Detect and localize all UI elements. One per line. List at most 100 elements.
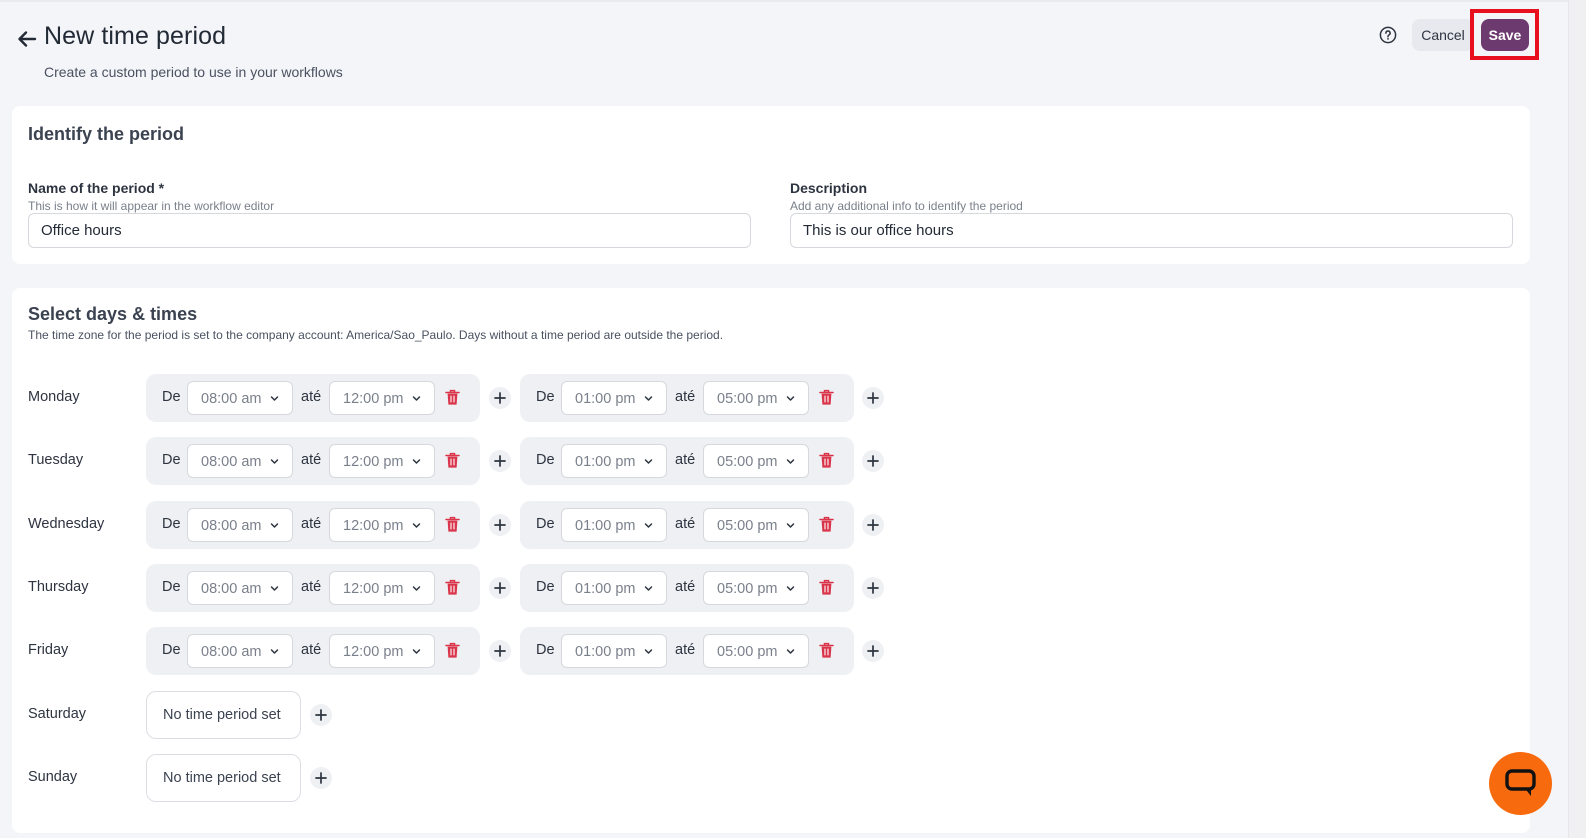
chevron-down-icon	[270, 459, 279, 465]
plus-icon	[494, 645, 506, 658]
time-period-group: De 01:00 pm até 05:00 pm	[520, 563, 854, 612]
add-period-button[interactable]	[489, 640, 511, 663]
start-time-value: 01:00 pm	[575, 454, 636, 471]
day-row-saturday: Saturday No time period set	[12, 690, 1112, 739]
cancel-button[interactable]: Cancel	[1412, 19, 1474, 51]
end-time-value: 05:00 pm	[717, 644, 778, 661]
schedule-section-title: Select days & times	[28, 304, 198, 324]
add-period-button[interactable]	[862, 387, 884, 409]
trash-icon[interactable]	[819, 452, 834, 469]
day-label: Tuesday	[28, 452, 84, 469]
trash-icon[interactable]	[819, 642, 834, 659]
start-time-select[interactable]: 08:00 am	[187, 570, 293, 605]
name-field-hint: This is how it will appear in the workfl…	[28, 199, 275, 213]
add-period-button[interactable]	[489, 450, 511, 473]
page-subtitle: Create a custom period to use in your wo…	[44, 64, 343, 80]
plus-icon	[867, 518, 879, 531]
add-period-button[interactable]	[310, 703, 332, 726]
chevron-down-icon	[412, 649, 421, 654]
trash-icon[interactable]	[445, 516, 460, 533]
to-label: até	[675, 642, 696, 659]
end-time-select[interactable]: 12:00 pm	[329, 570, 435, 605]
trash-icon[interactable]	[445, 389, 460, 406]
end-time-select[interactable]: 12:00 pm	[329, 381, 435, 415]
plus-icon	[315, 708, 327, 721]
add-period-button[interactable]	[862, 576, 884, 599]
plus-icon	[867, 582, 879, 594]
add-period-button[interactable]	[310, 766, 332, 789]
end-time-select[interactable]: 05:00 pm	[703, 507, 809, 542]
day-label: Monday	[28, 389, 80, 405]
start-time-select[interactable]: 08:00 am	[187, 444, 293, 479]
start-time-select[interactable]: 08:00 am	[187, 507, 293, 542]
to-label: até	[301, 578, 322, 595]
end-time-select[interactable]: 12:00 pm	[329, 507, 435, 542]
start-time-select[interactable]: 01:00 pm	[561, 634, 667, 669]
to-label: até	[301, 642, 322, 659]
end-time-select[interactable]: 05:00 pm	[703, 570, 809, 605]
start-time-select[interactable]: 01:00 pm	[561, 444, 667, 479]
arrow-left-icon[interactable]	[16, 28, 38, 50]
time-period-group: De 08:00 am até 12:00 pm	[146, 374, 480, 422]
question-circle-icon[interactable]	[1379, 26, 1397, 44]
no-period-box: No time period set	[146, 753, 301, 802]
chevron-down-icon	[270, 586, 279, 591]
end-time-value: 12:00 pm	[343, 517, 404, 534]
to-label: até	[675, 452, 696, 469]
chevron-down-icon	[786, 522, 795, 528]
from-label: De	[162, 452, 181, 469]
end-time-select[interactable]: 05:00 pm	[703, 381, 809, 415]
trash-icon[interactable]	[819, 516, 834, 533]
end-time-select[interactable]: 12:00 pm	[329, 634, 435, 669]
chevron-down-icon	[786, 649, 795, 654]
to-label: até	[301, 515, 322, 532]
description-input[interactable]	[790, 213, 1513, 248]
trash-icon[interactable]	[445, 452, 460, 469]
start-time-select[interactable]: 01:00 pm	[561, 507, 667, 542]
trash-icon[interactable]	[445, 642, 460, 659]
start-time-select[interactable]: 08:00 am	[187, 634, 293, 669]
end-time-select[interactable]: 05:00 pm	[703, 634, 809, 669]
trash-icon[interactable]	[445, 579, 460, 596]
start-time-value: 08:00 am	[201, 580, 262, 597]
time-period-group: De 01:00 pm até 05:00 pm	[520, 437, 854, 486]
chat-button[interactable]	[1489, 752, 1552, 815]
chevron-down-icon	[412, 586, 421, 591]
day-row-friday: Friday De 08:00 am até 12:00 pm De 01:00 pm até…	[12, 627, 1112, 676]
end-time-value: 05:00 pm	[717, 454, 778, 471]
description-field-hint: Add any additional info to identify the …	[790, 199, 1023, 213]
start-time-select[interactable]: 01:00 pm	[561, 570, 667, 605]
start-time-value: 01:00 pm	[575, 580, 636, 597]
time-period-group: De 01:00 pm até 05:00 pm	[520, 500, 854, 549]
start-time-select[interactable]: 01:00 pm	[561, 381, 667, 415]
add-period-button[interactable]	[862, 513, 884, 536]
start-time-select[interactable]: 08:00 am	[187, 381, 293, 415]
add-period-button[interactable]	[489, 576, 511, 599]
add-period-button[interactable]	[489, 513, 511, 536]
add-period-button[interactable]	[489, 387, 511, 409]
end-time-select[interactable]: 05:00 pm	[703, 444, 809, 479]
start-time-value: 01:00 pm	[575, 517, 636, 534]
end-time-value: 05:00 pm	[717, 580, 778, 597]
name-field-label: Name of the period *	[28, 180, 165, 196]
end-time-select[interactable]: 12:00 pm	[329, 444, 435, 479]
trash-icon[interactable]	[819, 579, 834, 596]
chevron-down-icon	[412, 522, 421, 528]
day-label: Thursday	[28, 578, 89, 595]
page-scrollbar[interactable]	[1568, 0, 1586, 838]
start-time-value: 08:00 am	[201, 644, 262, 661]
time-period-group: De 08:00 am até 12:00 pm	[146, 627, 480, 676]
chevron-down-icon	[644, 459, 653, 465]
add-period-button[interactable]	[862, 450, 884, 473]
chevron-down-icon	[786, 459, 795, 465]
start-time-value: 01:00 pm	[575, 391, 636, 407]
chevron-down-icon	[786, 586, 795, 591]
add-period-button[interactable]	[862, 640, 884, 663]
from-label: De	[536, 452, 555, 469]
save-button[interactable]: Save	[1481, 19, 1529, 51]
from-label: De	[162, 389, 181, 405]
day-label: Friday	[28, 642, 69, 659]
plus-icon	[494, 582, 506, 594]
trash-icon[interactable]	[819, 389, 834, 406]
period-name-input[interactable]	[28, 213, 751, 248]
